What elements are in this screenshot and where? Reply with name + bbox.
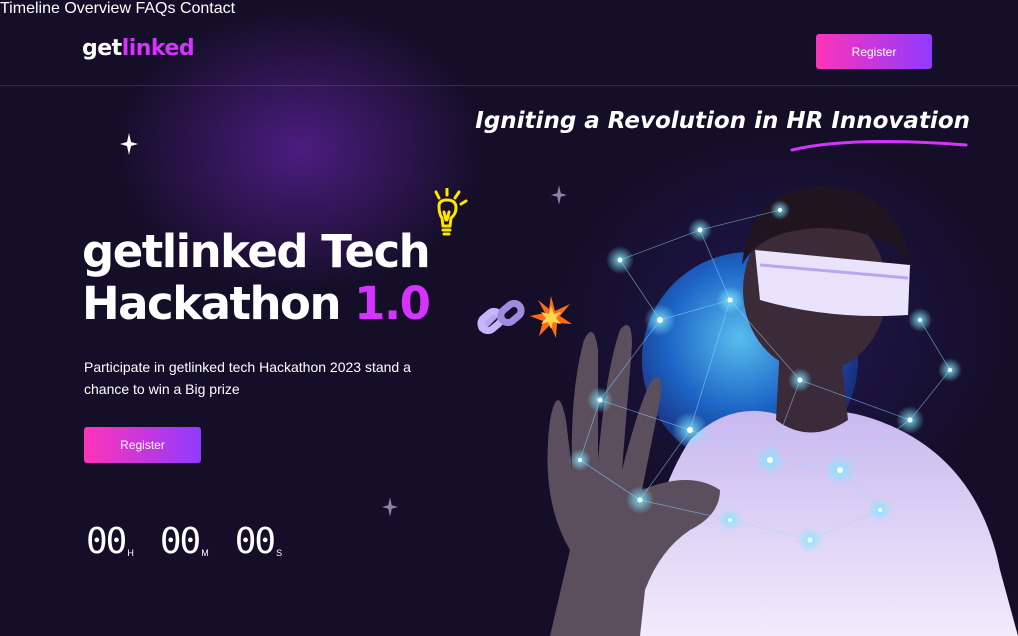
countdown-hours: 00 H: [86, 522, 134, 562]
hero-title-line2: Hackathon 1.0: [82, 277, 431, 330]
hero-title-hackathon: Hackathon: [82, 277, 342, 330]
tagline-underline: [790, 140, 968, 152]
countdown-hours-unit: H: [127, 548, 134, 558]
site-header: getlinked Timeline Overview FAQs Contact…: [0, 0, 1018, 86]
star-sparkle-icon: [120, 133, 138, 155]
hero-description: Participate in getlinked tech Hackathon …: [84, 359, 411, 397]
hero-title-version: 1.0: [354, 277, 431, 330]
header-register-button[interactable]: Register: [816, 34, 932, 69]
lightbulb-icon: [434, 188, 468, 236]
countdown-timer: 00 H 00 M 00 S: [86, 522, 282, 562]
hero-register-button[interactable]: Register: [84, 427, 201, 463]
nav-timeline[interactable]: Timeline: [0, 0, 60, 17]
countdown-seconds-value: 00: [234, 521, 276, 562]
nav-contact[interactable]: Contact: [180, 0, 235, 17]
countdown-hours-value: 00: [86, 521, 127, 562]
countdown-minutes-value: 00: [159, 521, 201, 562]
countdown-seconds-unit: S: [276, 548, 283, 558]
hero-tagline: Igniting a Revolution in HR Innovation: [475, 108, 970, 134]
main-nav: Timeline Overview FAQs Contact: [0, 0, 1018, 18]
hero-title-line1: getlinked Tech: [82, 225, 431, 278]
nav-overview[interactable]: Overview: [64, 0, 131, 17]
logo-part-get: get: [82, 36, 122, 61]
logo-part-linked: linked: [121, 36, 195, 61]
countdown-minutes: 00 M: [160, 522, 209, 562]
nav-faqs[interactable]: FAQs: [135, 0, 175, 17]
countdown-minutes-unit: M: [201, 548, 209, 558]
logo[interactable]: getlinked: [82, 36, 195, 61]
hero-title: getlinked Tech Hackathon 1.0: [82, 225, 431, 330]
countdown-seconds: 00 S: [235, 522, 282, 562]
star-sparkle-icon: [382, 497, 398, 517]
hero-image: [547, 186, 1018, 636]
